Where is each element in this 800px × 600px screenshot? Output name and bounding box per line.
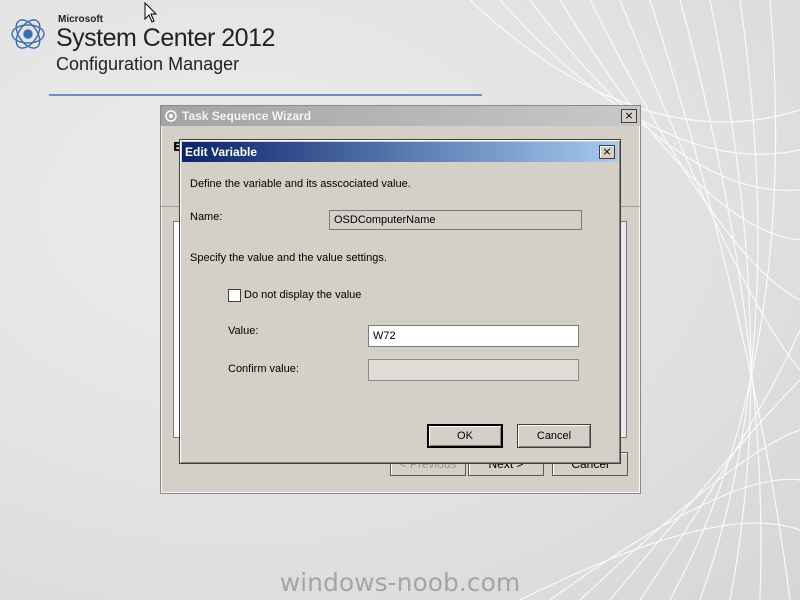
hide-value-checkbox-label[interactable]: Do not display the value	[244, 289, 361, 301]
wizard-app-icon	[165, 110, 177, 122]
value-input[interactable]: W72	[368, 325, 579, 347]
name-label: Name:	[190, 211, 223, 223]
dialog-title: Edit Variable	[185, 145, 258, 159]
name-field: OSDComputerName	[329, 210, 582, 230]
product-logo: Microsoft System Center 2012 Configurati…	[8, 8, 275, 78]
close-icon: ×	[624, 109, 634, 122]
watermark-text: windows-noob.com	[279, 568, 521, 597]
confirm-value-label: Confirm value:	[228, 363, 299, 375]
logo-divider	[49, 94, 482, 96]
wizard-title: Task Sequence Wizard	[182, 109, 312, 123]
ok-button[interactable]: OK	[427, 424, 503, 448]
edit-variable-dialog: Edit Variable × Define the variable and …	[179, 139, 621, 464]
close-icon: ×	[602, 145, 612, 158]
dialog-close-button[interactable]: ×	[599, 145, 615, 159]
wizard-close-button[interactable]: ×	[621, 109, 637, 123]
value-label: Value:	[228, 325, 259, 337]
wizard-title-bar[interactable]: Task Sequence Wizard ×	[161, 106, 640, 126]
logo-product-line2: Configuration Manager	[56, 54, 240, 74]
cancel-button[interactable]: Cancel	[517, 424, 591, 448]
hide-value-checkbox[interactable]	[228, 289, 241, 302]
dialog-intro-text: Define the variable and its asscociated …	[190, 178, 411, 190]
confirm-value-input[interactable]	[368, 359, 579, 381]
system-center-logo-icon	[11, 19, 45, 49]
mouse-cursor-icon	[144, 2, 158, 23]
dialog-title-bar[interactable]: Edit Variable ×	[182, 142, 618, 162]
value-settings-intro: Specify the value and the value settings…	[190, 252, 387, 264]
logo-product-line1: System Center 2012	[56, 24, 275, 52]
